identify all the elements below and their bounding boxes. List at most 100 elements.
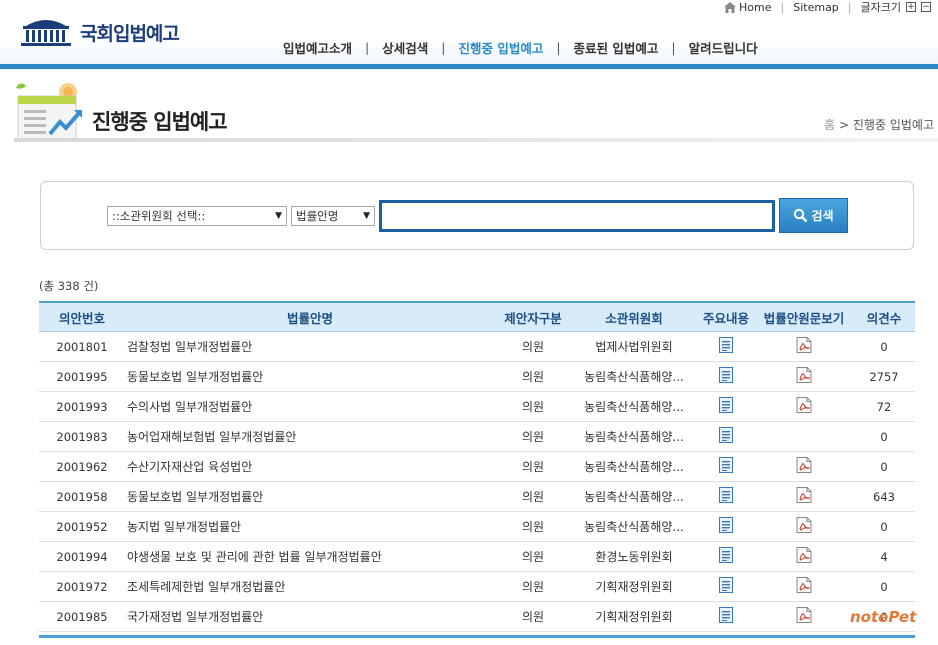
pdf-icon[interactable] bbox=[796, 337, 812, 356]
original-text-cell bbox=[755, 487, 853, 506]
bill-name-link[interactable]: 동물보호법 일부개정법률안 bbox=[125, 488, 495, 505]
table-row[interactable]: 2001985 국가재정법 일부개정법률안 의원 기획재정위원회 0 bbox=[39, 602, 915, 632]
original-text-cell bbox=[755, 577, 853, 596]
committee-name: 농림축산식품해양... bbox=[584, 520, 684, 534]
summary-cell bbox=[697, 547, 755, 566]
committee-name: 농림축산식품해양... bbox=[584, 400, 684, 414]
committee-name: 농림축산식품해양... bbox=[584, 490, 684, 504]
bill-number: 2001952 bbox=[56, 519, 108, 534]
table-row[interactable]: 2001962 수산기자재산업 육성법안 의원 농림축산식품해양... 0 bbox=[39, 452, 915, 482]
bill-number: 2001983 bbox=[56, 429, 108, 444]
original-text-cell bbox=[755, 397, 853, 416]
header-bill-name[interactable]: 법률안명 bbox=[125, 308, 495, 327]
pdf-icon[interactable] bbox=[796, 457, 812, 476]
summary-document-icon[interactable] bbox=[719, 547, 733, 566]
summary-document-icon[interactable] bbox=[719, 427, 733, 446]
bill-name-link[interactable]: 농지법 일부개정법률안 bbox=[125, 518, 495, 535]
breadcrumb-home[interactable]: 홈 bbox=[824, 118, 835, 132]
title-area: 진행중 입법예고 홈 > 진행중 입법예고 bbox=[0, 72, 938, 158]
committee-name: 기획재정위원회 bbox=[595, 610, 673, 624]
header-committee[interactable]: 소관위원회 bbox=[571, 308, 697, 327]
nav-item-notice[interactable]: 알려드립니다 bbox=[676, 38, 771, 57]
proposer-type: 의원 bbox=[521, 460, 545, 474]
summary-cell bbox=[697, 577, 755, 596]
proposer-type: 의원 bbox=[521, 400, 545, 414]
font-increase-button[interactable]: + bbox=[906, 2, 916, 12]
committee-select[interactable]: ::소관위원회 선택:: ▼ bbox=[107, 206, 287, 226]
committee-select-value: ::소관위원회 선택:: bbox=[112, 209, 206, 223]
original-text-cell bbox=[755, 457, 853, 476]
summary-document-icon[interactable] bbox=[719, 457, 733, 476]
dropdown-arrow-icon: ▼ bbox=[275, 211, 282, 221]
nav-item-detail-search[interactable]: 상세검색 bbox=[369, 38, 441, 57]
header-bill-number[interactable]: 의안번호 bbox=[39, 308, 125, 327]
summary-document-icon[interactable] bbox=[719, 577, 733, 596]
bill-name-link[interactable]: 국가재정법 일부개정법률안 bbox=[125, 608, 495, 625]
breadcrumb-current: 진행중 입법예고 bbox=[852, 118, 934, 132]
original-text-cell bbox=[755, 547, 853, 566]
table-row[interactable]: 2001958 동물보호법 일부개정법률안 의원 농림축산식품해양... 643 bbox=[39, 482, 915, 512]
home-link[interactable]: Home bbox=[739, 1, 771, 14]
committee-name: 환경노동위원회 bbox=[595, 550, 673, 564]
site-logo[interactable]: 국회입법예고 bbox=[18, 16, 180, 48]
header-accent-bar bbox=[0, 64, 938, 69]
pdf-icon[interactable] bbox=[796, 547, 812, 566]
breadcrumb: 홈 > 진행중 입법예고 bbox=[824, 116, 934, 133]
header-proposer[interactable]: 제안자구분 bbox=[495, 308, 571, 327]
search-input[interactable] bbox=[379, 200, 775, 232]
table-row[interactable]: 2001993 수의사법 일부개정법률안 의원 농림축산식품해양... 72 bbox=[39, 392, 915, 422]
bill-number: 2001995 bbox=[56, 369, 108, 384]
opinion-count: 0 bbox=[880, 519, 888, 534]
bill-name-link[interactable]: 야생생물 보호 및 관리에 관한 법률 일부개정법률안 bbox=[125, 548, 495, 565]
table-row[interactable]: 2001972 조세특례제한법 일부개정법률안 의원 기획재정위원회 0 bbox=[39, 572, 915, 602]
proposer-type: 의원 bbox=[521, 550, 545, 564]
search-button[interactable]: 검색 bbox=[779, 198, 848, 233]
pdf-icon[interactable] bbox=[796, 577, 812, 596]
nav-item-intro[interactable]: 입법예고소개 bbox=[270, 38, 365, 57]
search-field-select[interactable]: 법률안명 ▼ bbox=[291, 206, 375, 226]
summary-document-icon[interactable] bbox=[719, 517, 733, 536]
dropdown-arrow-icon: ▼ bbox=[363, 211, 370, 221]
bill-name-link[interactable]: 수의사법 일부개정법률안 bbox=[125, 398, 495, 415]
summary-document-icon[interactable] bbox=[719, 367, 733, 386]
sitemap-link[interactable]: Sitemap bbox=[793, 1, 839, 14]
title-divider bbox=[14, 138, 938, 142]
national-assembly-logo-icon bbox=[21, 20, 71, 46]
font-decrease-button[interactable]: − bbox=[921, 2, 931, 12]
pdf-icon[interactable] bbox=[796, 607, 812, 626]
header-opinion-count[interactable]: 의견수 bbox=[853, 308, 915, 327]
table-row[interactable]: 2001995 동물보호법 일부개정법률안 의원 농림축산식품해양... 2757 bbox=[39, 362, 915, 392]
opinion-count: 0 bbox=[880, 339, 888, 354]
table-row[interactable]: 2001983 농어업재해보험법 일부개정법률안 의원 농림축산식품해양... 0 bbox=[39, 422, 915, 452]
original-text-cell bbox=[755, 367, 853, 386]
bill-name-link[interactable]: 동물보호법 일부개정법률안 bbox=[125, 368, 495, 385]
pdf-icon[interactable] bbox=[796, 517, 812, 536]
opinion-count: 72 bbox=[876, 399, 892, 414]
site-header: Home | Sitemap | 글자크기 + − 국회입법예고 입법예고소개 … bbox=[0, 0, 938, 70]
table-row[interactable]: 2001952 농지법 일부개정법률안 의원 농림축산식품해양... 0 bbox=[39, 512, 915, 542]
nav-item-closed[interactable]: 종료된 입법예고 bbox=[561, 38, 672, 57]
bill-name-link[interactable]: 조세특례제한법 일부개정법률안 bbox=[125, 578, 495, 595]
summary-document-icon[interactable] bbox=[719, 607, 733, 626]
summary-cell bbox=[697, 427, 755, 446]
header-summary: 주요내용 bbox=[702, 310, 749, 326]
summary-cell bbox=[697, 517, 755, 536]
pdf-icon[interactable] bbox=[796, 367, 812, 386]
bill-number: 2001962 bbox=[56, 459, 108, 474]
summary-document-icon[interactable] bbox=[719, 337, 733, 356]
pdf-icon[interactable] bbox=[796, 487, 812, 506]
bill-number: 2001993 bbox=[56, 399, 108, 414]
proposer-type: 의원 bbox=[521, 520, 545, 534]
bill-name-link[interactable]: 농어업재해보험법 일부개정법률안 bbox=[125, 428, 495, 445]
table-row[interactable]: 2001994 야생생물 보호 및 관리에 관한 법률 일부개정법률안 의원 환경노동… bbox=[39, 542, 915, 572]
nav-item-ongoing[interactable]: 진행중 입법예고 bbox=[445, 38, 556, 57]
summary-document-icon[interactable] bbox=[719, 397, 733, 416]
bill-name-link[interactable]: 검찰청법 일부개정법률안 bbox=[125, 338, 495, 355]
bill-table: 의안번호 법률안명 제안자구분 소관위원회 주요내용 법률안원문보기 의견수 2… bbox=[39, 301, 915, 638]
summary-document-icon[interactable] bbox=[719, 487, 733, 506]
table-row[interactable]: 2001801 검찰청법 일부개정법률안 의원 법제사법위원회 0 bbox=[39, 332, 915, 362]
pdf-icon[interactable] bbox=[796, 397, 812, 416]
bill-name-link[interactable]: 수산기자재산업 육성법안 bbox=[125, 458, 495, 475]
bill-number: 2001958 bbox=[56, 489, 108, 504]
search-button-label: 검색 bbox=[811, 209, 834, 223]
